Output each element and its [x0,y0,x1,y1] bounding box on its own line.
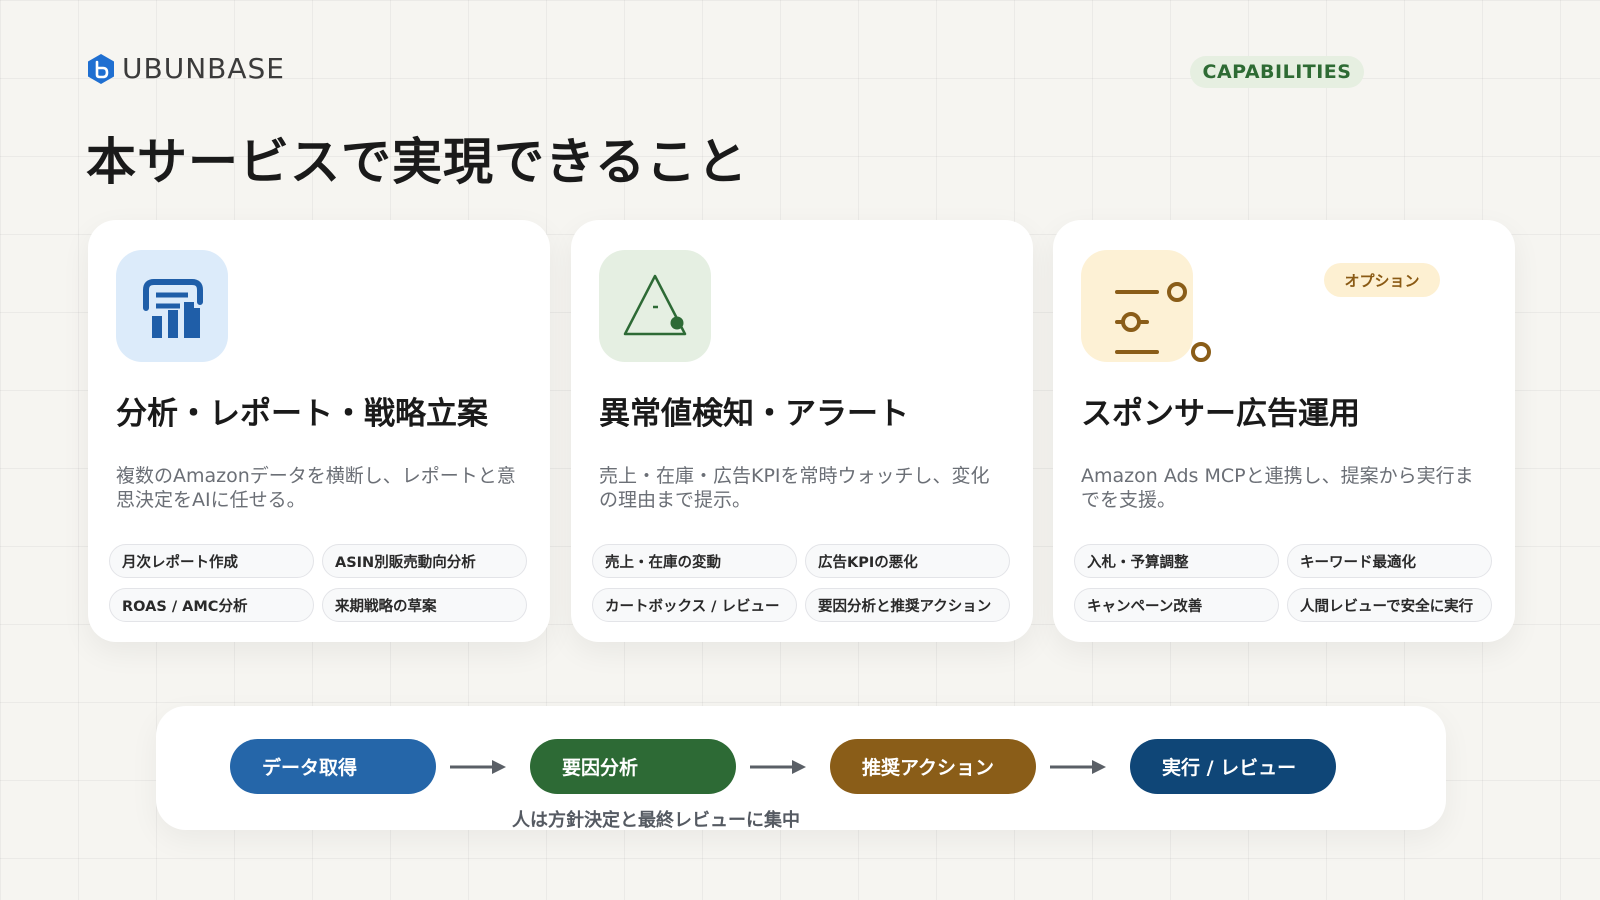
feature-chip: 人間レビューで安全に実行 [1287,588,1492,622]
feature-chip: 来期戦略の草案 [322,588,527,622]
arrow-right-icon [1050,760,1106,774]
card-title: 分析・レポート・戦略立案 [116,396,488,432]
flow-note: 人は方針決定と最終レビューに集中 [512,810,800,831]
flow-step-action: 推奨アクション [830,739,1036,794]
report-chart-icon [143,279,203,338]
feature-chip: 要因分析と推奨アクション [805,588,1010,622]
feature-chip: ASIN別販売動向分析 [322,544,527,578]
flow-step-review: 実行 / レビュー [1130,739,1336,794]
card-title: 異常値検知・アラート [599,396,909,432]
feature-chip: ROAS / AMC分析 [109,588,314,622]
card-description: Amazon Ads MCPと連携し、提案から実行までを支援。 [1081,465,1474,511]
card-description: 複数のAmazonデータを横断し、レポートと意思決定をAIに任せる。 [116,465,516,511]
feature-chip: 広告KPIの悪化 [805,544,1010,578]
feature-chips: 月次レポート作成 ASIN別販売動向分析 ROAS / AMC分析 来期戦略の草… [109,544,529,622]
alert-triangle-icon [623,274,687,336]
arrow-right-icon [450,760,506,774]
feature-chips: 売上・在庫の変動 広告KPIの悪化 カートボックス / レビュー 要因分析と推奨… [592,544,1012,622]
flow-step-data: データ取得 [230,739,436,794]
feature-chip: 月次レポート作成 [109,544,314,578]
capability-card-sponsored-ads: オプション スポンサー広告運用 Amazon Ads MCPと連携し、提案から実… [1053,220,1515,642]
feature-chips: 入札・予算調整 キーワード最適化 キャンペーン改善 人間レビューで安全に実行 [1074,544,1494,622]
icon-tile [116,250,228,362]
feature-chip: カートボックス / レビュー [592,588,797,622]
arrow-right-icon [750,760,806,774]
logo-hexagon-icon [88,53,114,84]
feature-chip: 入札・予算調整 [1074,544,1279,578]
workflow-panel: データ取得 要因分析 推奨アクション 実行 / レビュー 人は方針決定と最終レビ… [156,706,1446,831]
page-title: 本サービスで実現できること [86,133,748,191]
icon-tile [599,250,711,362]
capabilities-badge: CAPABILITIES [1190,56,1364,88]
card-description: 売上・在庫・広告KPIを常時ウォッチし、変化の理由まで提示。 [599,465,990,511]
option-badge: オプション [1324,263,1440,297]
brand-logo: UBUNBASE [86,52,285,85]
feature-chip: キャンペーン改善 [1074,588,1279,622]
sliders-icon [1115,282,1211,362]
card-title: スポンサー広告運用 [1081,396,1360,432]
capability-card-anomaly: 異常値検知・アラート 売上・在庫・広告KPIを常時ウォッチし、変化の理由まで提示… [571,220,1033,642]
flow-step-analysis: 要因分析 [530,739,736,794]
feature-chip: キーワード最適化 [1287,544,1492,578]
brand-name: UBUNBASE [122,52,285,85]
feature-chip: 売上・在庫の変動 [592,544,797,578]
capability-card-analysis: 分析・レポート・戦略立案 複数のAmazonデータを横断し、レポートと意思決定を… [88,220,550,642]
